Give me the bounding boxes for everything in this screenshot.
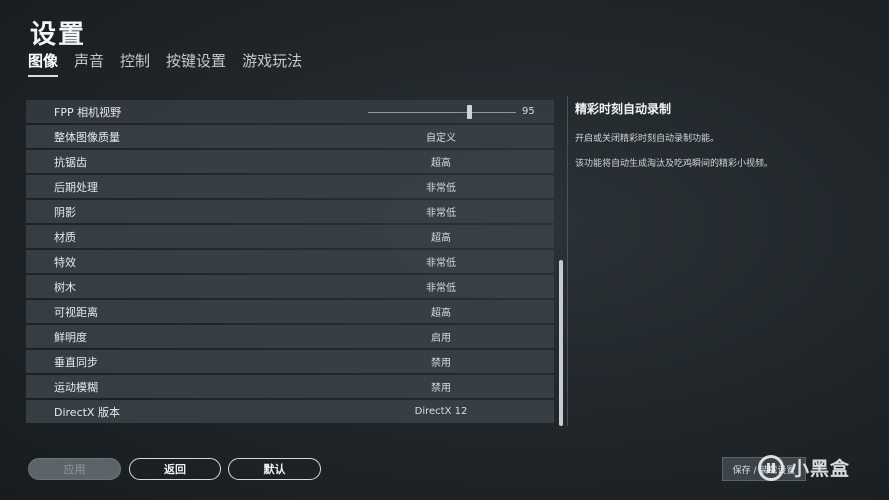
panel-divider [567, 96, 568, 426]
info-title: 精彩时刻自动录制 [575, 102, 672, 116]
tab-gameplay[interactable]: 游戏玩法 [242, 50, 302, 77]
setting-row[interactable]: 抗锯齿 超高 [26, 150, 554, 173]
heybox-logo-icon [758, 454, 784, 481]
tab-keybindings[interactable]: 按键设置 [166, 50, 226, 77]
setting-value[interactable]: 超高 [356, 154, 526, 169]
setting-label: 阴影 [54, 205, 76, 219]
info-description: 开启或关闭精彩时刻自动录制功能。 [575, 134, 720, 144]
watermark: 小黑盒 [758, 454, 850, 481]
setting-label: 整体图像质量 [54, 130, 120, 144]
setting-label: 树木 [54, 280, 76, 294]
setting-value[interactable]: 非常低 [356, 179, 526, 194]
setting-value[interactable]: 自定义 [356, 129, 526, 144]
setting-value[interactable]: 非常低 [356, 204, 526, 219]
page-title: 设置 [30, 20, 87, 50]
setting-row[interactable]: 鲜明度 启用 [26, 325, 554, 348]
setting-value[interactable]: 超高 [356, 229, 526, 244]
setting-value[interactable]: DirectX 12 [356, 406, 526, 417]
setting-row[interactable]: DirectX 版本 DirectX 12 [26, 400, 554, 423]
tab-audio[interactable]: 声音 [74, 50, 104, 77]
setting-row[interactable]: 特效 非常低 [26, 250, 554, 273]
setting-value[interactable]: 禁用 [356, 354, 526, 369]
setting-label: 特效 [54, 255, 76, 269]
setting-label: 材质 [54, 230, 76, 244]
settings-list: FPP 相机视野 95 整体图像质量 自定义 抗锯齿 超高 后期处理 非常低 阴影 非常… [26, 100, 554, 426]
settings-scrollbar[interactable] [559, 100, 563, 426]
tab-graphics[interactable]: 图像 [28, 50, 59, 77]
setting-value[interactable]: 超高 [356, 304, 526, 319]
setting-value[interactable]: 非常低 [356, 254, 526, 269]
setting-label: DirectX 版本 [54, 405, 120, 419]
back-button[interactable]: 返回 [129, 458, 221, 480]
info-description: 该功能将自动生成淘汰及吃鸡瞬间的精彩小视频。 [575, 159, 774, 169]
fov-slider-track[interactable] [368, 112, 516, 113]
setting-label: 抗锯齿 [54, 155, 87, 169]
watermark-text: 小黑盒 [790, 458, 851, 480]
setting-row[interactable]: 整体图像质量 自定义 [26, 125, 554, 148]
tab-controls[interactable]: 控制 [120, 50, 150, 77]
setting-label: 后期处理 [54, 180, 98, 194]
default-button[interactable]: 默认 [228, 458, 321, 480]
setting-row[interactable]: 阴影 非常低 [26, 200, 554, 223]
setting-row[interactable]: 树木 非常低 [26, 275, 554, 298]
scrollbar-thumb[interactable] [559, 260, 563, 426]
fov-slider-thumb[interactable] [466, 105, 472, 119]
setting-row[interactable]: 可视距离 超高 [26, 300, 554, 323]
setting-value[interactable]: 非常低 [356, 279, 526, 294]
setting-value[interactable]: 启用 [356, 329, 526, 344]
setting-row[interactable]: 运动模糊 禁用 [26, 375, 554, 398]
setting-row[interactable]: 后期处理 非常低 [26, 175, 554, 198]
tab-bar: 图像 声音 控制 按键设置 游戏玩法 [28, 50, 302, 77]
fov-value: 95 [522, 106, 535, 117]
info-panel: 精彩时刻自动录制 开启或关闭精彩时刻自动录制功能。 该功能将自动生成淘汰及吃鸡瞬… [575, 100, 875, 169]
setting-label: 运动模糊 [54, 380, 98, 394]
setting-label: 垂直同步 [54, 355, 98, 369]
setting-row-fpp-fov[interactable]: FPP 相机视野 95 [26, 100, 554, 123]
setting-label: FPP 相机视野 [54, 105, 122, 119]
setting-row[interactable]: 材质 超高 [26, 225, 554, 248]
setting-label: 可视距离 [54, 305, 98, 319]
setting-row[interactable]: 垂直同步 禁用 [26, 350, 554, 373]
setting-label: 鲜明度 [54, 330, 87, 344]
setting-value[interactable]: 禁用 [356, 379, 526, 394]
apply-button[interactable]: 应用 [28, 458, 121, 480]
